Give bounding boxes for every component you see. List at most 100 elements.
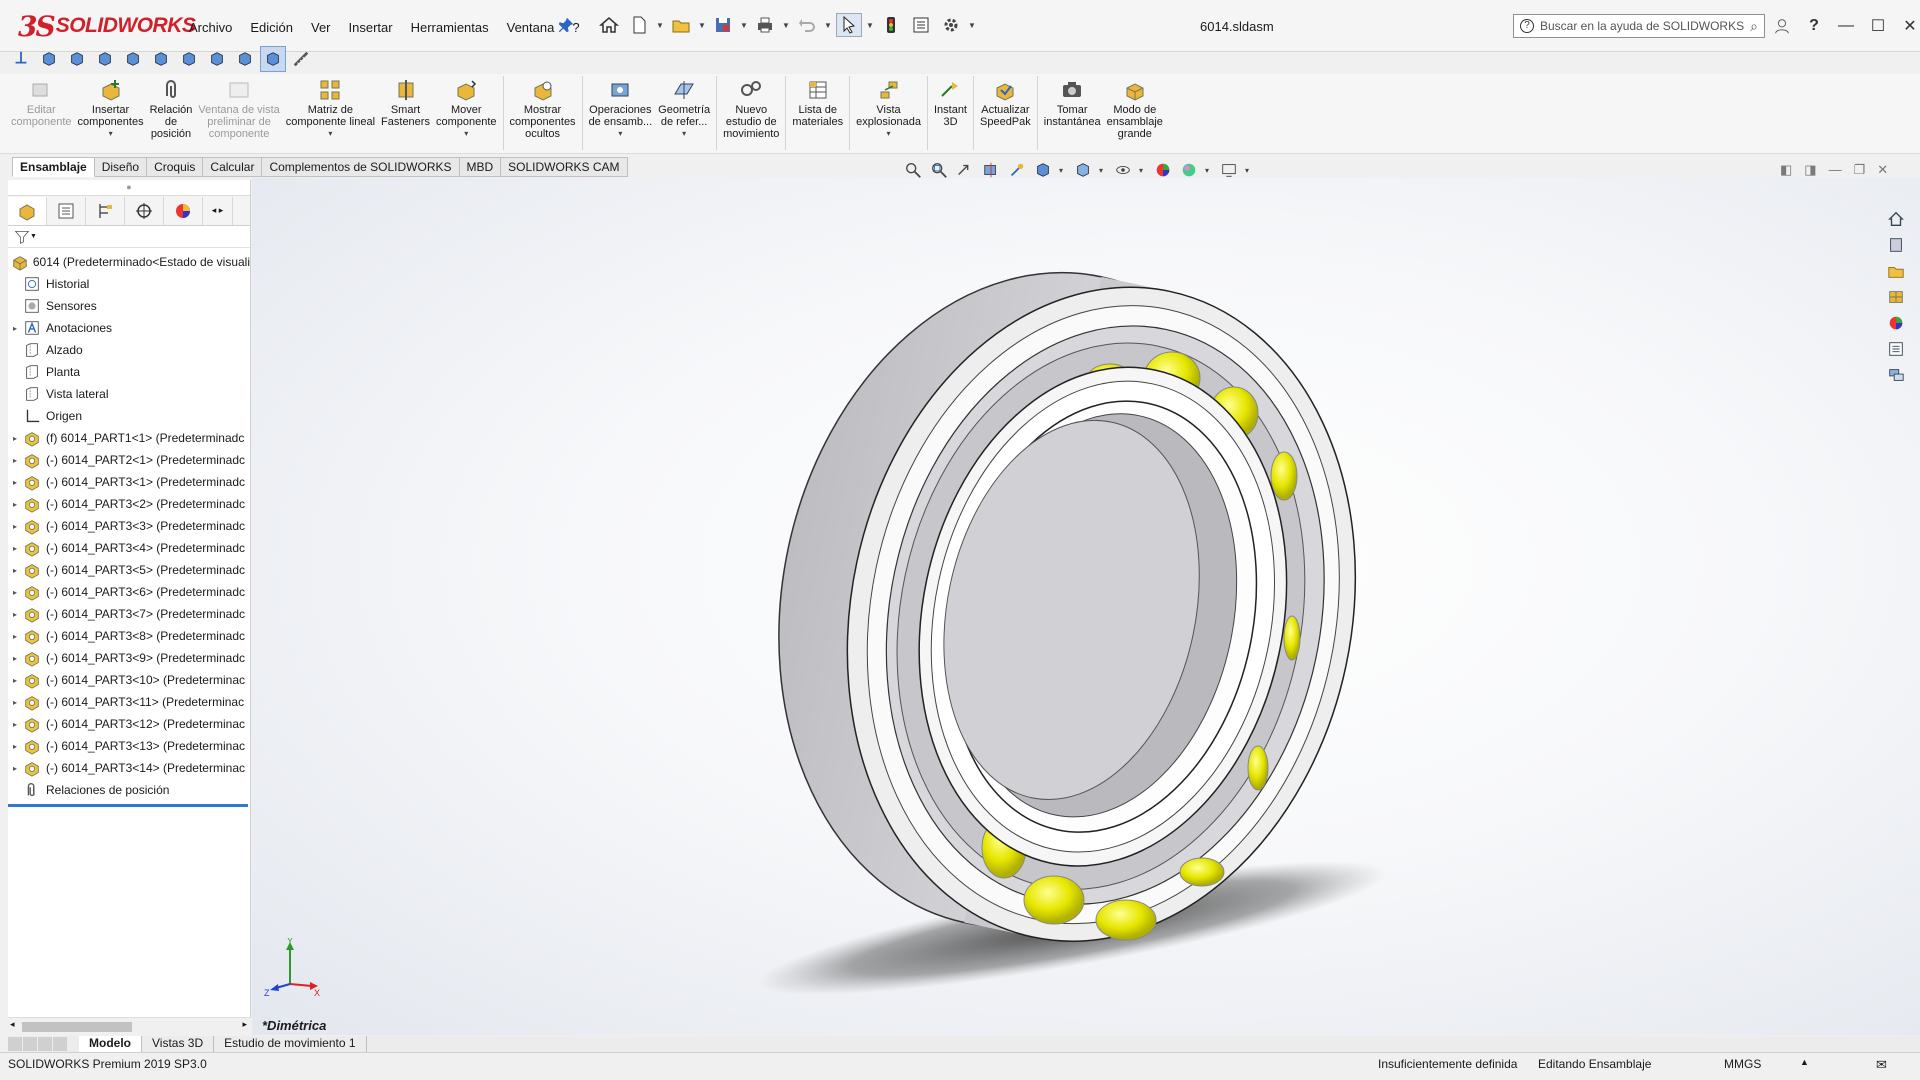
tree-node[interactable]: Planta — [8, 361, 250, 383]
panel-grip[interactable]: ● — [8, 180, 250, 196]
solidworks-resources-icon[interactable] — [1884, 208, 1908, 230]
tab-ensamblaje[interactable]: Ensamblaje — [12, 157, 95, 177]
chevron-down-icon[interactable]: ▼ — [698, 21, 706, 30]
cmd-show-hidden[interactable]: Mostrar componentes ocultos — [507, 74, 579, 140]
section-view-icon[interactable] — [981, 160, 1001, 180]
menu-edicion[interactable]: Edición — [241, 18, 302, 37]
view-right-icon[interactable] — [120, 46, 146, 72]
appearances-scenes-icon[interactable] — [1884, 312, 1908, 334]
tree-node[interactable]: Alzado — [8, 339, 250, 361]
tree-node[interactable]: ▸ (-) 6014_PART3<6> (Predeterminadc — [8, 581, 250, 603]
first-tab-icon[interactable] — [8, 1037, 22, 1051]
measure-tool-icon[interactable] — [288, 46, 314, 72]
chevron-down-icon[interactable]: ▼ — [740, 21, 748, 30]
open-folder-icon[interactable] — [668, 13, 694, 37]
tree-node[interactable]: ▸ (-) 6014_PART3<11> (Predeterminac — [8, 691, 250, 713]
tab-croquis[interactable]: Croquis — [147, 157, 204, 177]
tree-expander-icon[interactable]: ▸ — [8, 720, 22, 729]
tree-node[interactable]: 6014 (Predeterminado<Estado de visuali — [8, 251, 250, 273]
undo-icon[interactable] — [794, 13, 820, 37]
view-trimetric-icon[interactable] — [232, 46, 258, 72]
tree-node[interactable]: ▸ (-) 6014_PART3<13> (Predeterminac — [8, 735, 250, 757]
tile-right-icon[interactable]: ◨ — [1804, 162, 1816, 178]
tree-expander-icon[interactable]: ▸ — [8, 522, 22, 531]
prev-tab-icon[interactable] — [23, 1037, 37, 1051]
chevron-down-icon[interactable]: ▼ — [30, 233, 37, 240]
tree-node[interactable]: ▸ (-) 6014_PART3<2> (Predeterminadc — [8, 493, 250, 515]
units-chevron-up-icon[interactable]: ▲ — [1800, 1057, 1809, 1067]
bearing-model[interactable] — [252, 178, 1920, 1035]
tree-expander-icon[interactable]: ▸ — [8, 764, 22, 773]
tree-expander-icon[interactable]: ▸ — [8, 456, 22, 465]
feedback-chat-icon[interactable]: ✉ — [1876, 1057, 1887, 1073]
cmd-insert-components[interactable]: Insertar componentes ▾ — [75, 74, 147, 138]
tab-calcular[interactable]: Calcular — [203, 157, 263, 177]
tree-filter[interactable]: ▼ — [8, 226, 250, 248]
cmd-instant-3d[interactable]: Instant 3D — [931, 74, 970, 128]
tree-node[interactable]: ▸ (-) 6014_PART3<4> (Predeterminadc — [8, 537, 250, 559]
view-orientation-icon[interactable] — [1033, 160, 1053, 180]
next-tab-icon[interactable] — [38, 1037, 52, 1051]
tab-complementos[interactable]: Complementos de SOLIDWORKS — [262, 157, 460, 177]
tab-mbd[interactable]: MBD — [459, 157, 502, 177]
tree-node[interactable]: ▸ (-) 6014_PART3<7> (Predeterminadc — [8, 603, 250, 625]
cmd-bill-of-materials[interactable]: Lista de materiales — [789, 74, 846, 128]
tree-expander-icon[interactable]: ▸ — [8, 588, 22, 597]
propertymanager-tab-icon[interactable] — [47, 196, 86, 225]
featuremanager-tab-icon[interactable] — [8, 196, 47, 225]
chevron-down-icon[interactable]: ▾ — [109, 130, 113, 138]
tree-node[interactable]: ▸ (f) 6014_PART1<1> (Predeterminadc — [8, 427, 250, 449]
status-units[interactable]: MMGS — [1724, 1057, 1761, 1071]
tab-solidworks-cam[interactable]: SOLIDWORKS CAM — [501, 157, 628, 177]
tree-node[interactable]: Vista lateral — [8, 383, 250, 405]
menu-herramientas[interactable]: Herramientas — [402, 18, 498, 37]
last-tab-icon[interactable] — [53, 1037, 67, 1051]
tree-node[interactable]: Historial — [8, 273, 250, 295]
chevron-down-icon[interactable]: ▾ — [1139, 166, 1147, 175]
zoom-to-area-icon[interactable] — [929, 160, 949, 180]
view-settings-icon[interactable] — [1219, 160, 1239, 180]
tree-expander-icon[interactable]: ▸ — [8, 566, 22, 575]
horizontal-scrollbar[interactable]: ◂ ▸ — [8, 1017, 251, 1035]
zoom-to-fit-icon[interactable] — [903, 160, 923, 180]
chevron-down-icon[interactable]: ▼ — [968, 21, 976, 30]
view-palette-icon[interactable] — [1884, 286, 1908, 308]
edit-appearance-icon[interactable] — [1153, 160, 1173, 180]
chevron-down-icon[interactable]: ▾ — [1245, 166, 1253, 175]
forum-icon[interactable] — [1884, 364, 1908, 386]
menu-ventana[interactable]: Ventana — [498, 18, 564, 37]
tab-vistas-3d[interactable]: Vistas 3D — [142, 1036, 215, 1052]
tree-expander-icon[interactable]: ▸ — [8, 676, 22, 685]
minimize-icon[interactable]: — — [1834, 14, 1858, 38]
rebuild-traffic-light-icon[interactable] — [878, 13, 904, 37]
doc-close-icon[interactable]: ✕ — [1877, 162, 1888, 178]
tree-node[interactable]: ▸ Anotaciones — [8, 317, 250, 339]
cmd-edit-component[interactable]: Editar componente — [8, 74, 75, 128]
view-bottom-icon[interactable] — [176, 46, 202, 72]
doc-minimize-icon[interactable]: — — [1829, 162, 1842, 178]
tree-node[interactable]: Origen — [8, 405, 250, 427]
tab-navigation-arrows[interactable] — [8, 1037, 67, 1051]
graphics-area[interactable] — [252, 178, 1920, 1035]
tree-expander-icon[interactable]: ▸ — [8, 544, 22, 553]
view-top-icon[interactable] — [148, 46, 174, 72]
tab-modelo[interactable]: Modelo — [79, 1036, 142, 1052]
view-left-icon[interactable] — [92, 46, 118, 72]
scroll-left-icon[interactable]: ◂ — [10, 1019, 15, 1030]
solidworks-logo[interactable]: 3S SOLIDWORKS — [18, 8, 196, 44]
view-dimetric-icon[interactable] — [260, 46, 286, 72]
chevron-down-icon[interactable]: ▼ — [824, 21, 832, 30]
displaymanager-tab-icon[interactable] — [164, 196, 203, 225]
tree-node[interactable]: Sensores — [8, 295, 250, 317]
tab-diseno[interactable]: Diseño — [94, 157, 148, 177]
home-icon[interactable] — [596, 13, 622, 37]
cmd-take-snapshot[interactable]: Tomar instantánea — [1041, 74, 1104, 128]
tree-expander-icon[interactable]: ▸ — [8, 500, 22, 509]
scroll-thumb[interactable] — [22, 1022, 132, 1032]
chevron-down-icon[interactable]: ▾ — [1205, 166, 1213, 175]
normal-to-icon[interactable] — [8, 46, 34, 72]
gear-icon[interactable] — [938, 13, 964, 37]
hide-show-items-icon[interactable] — [1113, 160, 1133, 180]
tree-expander-icon[interactable]: ▸ — [8, 632, 22, 641]
menu-insertar[interactable]: Insertar — [340, 18, 402, 37]
